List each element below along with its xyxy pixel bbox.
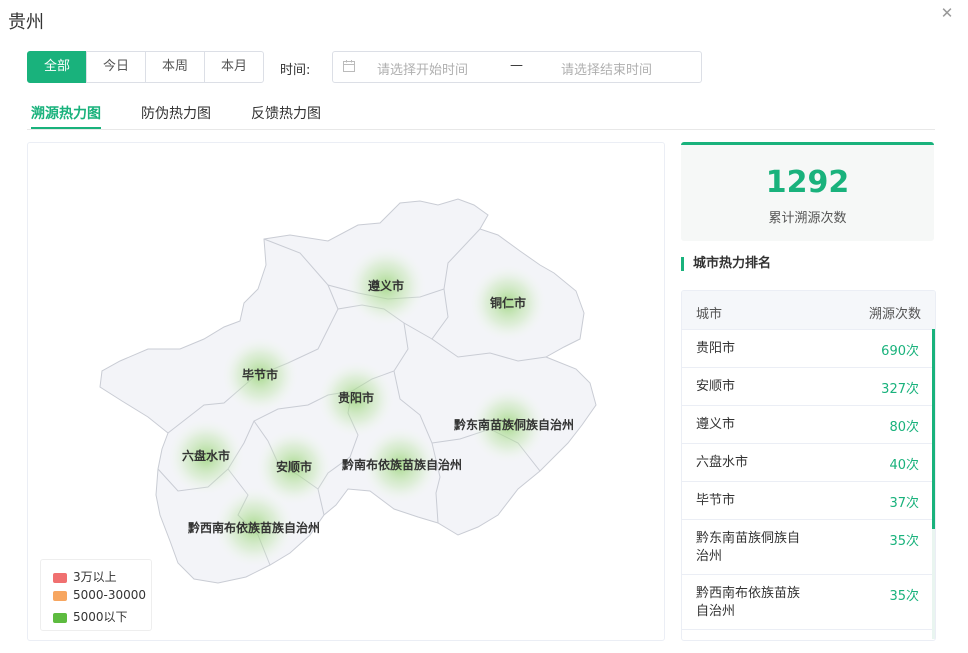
heat-legend: 3万以上 5000-30000 5000以下 <box>40 559 152 631</box>
range-segmented-control: 全部 今日 本周 本月 <box>27 51 264 83</box>
row-city: 毕节市 <box>696 493 736 508</box>
city-label-bijie[interactable]: 毕节市 <box>242 367 278 382</box>
table-row[interactable]: 黔东南苗族侗族自治州 35次 <box>682 520 935 575</box>
range-button-today[interactable]: 今日 <box>86 51 146 83</box>
table-row[interactable]: 遵义市 80次 <box>682 406 935 444</box>
row-count: 690次 <box>881 344 919 359</box>
legend-swatch <box>53 612 67 623</box>
legend-label: 5000以下 <box>73 610 128 624</box>
city-label-qianxinan[interactable]: 黔西南布依族苗族自治州 <box>188 520 320 535</box>
table-row[interactable]: 毕节市 37次 <box>682 482 935 520</box>
legend-item[interactable]: 5000-30000 <box>53 588 146 604</box>
range-button-all[interactable]: 全部 <box>27 51 87 83</box>
table-row[interactable]: 六盘水市 40次 <box>682 444 935 482</box>
column-count: 溯源次数 <box>868 307 921 322</box>
city-label-guiyang[interactable]: 贵阳市 <box>338 390 374 405</box>
row-city: 六盘水市 <box>696 455 749 470</box>
column-city: 城市 <box>696 307 723 322</box>
row-city: 贵阳市 <box>696 341 736 356</box>
row-city: 黔东南苗族侗族自治州 <box>696 531 801 564</box>
legend-item[interactable]: 5000以下 <box>53 608 128 624</box>
legend-label: 5000-30000 <box>73 588 147 602</box>
city-label-anshun[interactable]: 安顺市 <box>276 459 312 474</box>
row-count: 327次 <box>881 382 919 397</box>
calendar-icon <box>343 60 355 72</box>
start-date-input[interactable]: 请选择开始时间 <box>377 59 468 78</box>
end-date-input[interactable]: 请选择结束时间 <box>561 59 652 78</box>
legend-swatch <box>53 572 67 583</box>
city-label-qiandongnan[interactable]: 黔东南苗族侗族自治州 <box>454 417 574 432</box>
close-icon[interactable]: ✕ <box>938 4 956 22</box>
row-city: 黔西南布依族苗族自治州 <box>696 586 801 619</box>
range-separator: — <box>510 58 523 73</box>
table-row[interactable]: 贵阳市 690次 <box>682 330 935 368</box>
row-city: 安顺市 <box>696 379 736 394</box>
row-count: 35次 <box>889 589 919 604</box>
total-trace-label: 累计溯源次数 <box>768 211 847 226</box>
city-label-zunyi[interactable]: 遵义市 <box>368 278 404 293</box>
ranking-header: 城市 溯源次数 <box>682 291 935 330</box>
ranking-title: 城市热力排名 <box>681 257 771 271</box>
heatmap-tabs: 溯源热力图 防伪热力图 反馈热力图 <box>27 103 935 130</box>
total-trace-card: 1292 累计溯源次数 <box>681 142 934 241</box>
range-button-month[interactable]: 本月 <box>204 51 264 83</box>
range-button-week[interactable]: 本周 <box>145 51 205 83</box>
row-count: 35次 <box>889 534 919 549</box>
city-label-liupanshui[interactable]: 六盘水市 <box>182 448 230 463</box>
city-label-tongren[interactable]: 铜仁市 <box>490 295 526 310</box>
date-range-picker[interactable]: 请选择开始时间 — 请选择结束时间 <box>332 51 702 83</box>
row-count: 37次 <box>889 496 919 511</box>
ranking-table: 城市 溯源次数 贵阳市 690次 安顺市 327次 遵义市 80次 六盘水市 4… <box>681 290 936 641</box>
heatmap-panel: 遵义市 铜仁市 毕节市 贵阳市 黔东南苗族侗族自治州 六盘水市 安顺市 黔南布依… <box>27 142 665 641</box>
scrollbar-thumb[interactable] <box>932 329 935 529</box>
window-title: 贵州 <box>8 12 44 33</box>
tab-feedback-heatmap[interactable]: 反馈热力图 <box>251 103 321 127</box>
total-trace-value: 1292 <box>765 165 850 200</box>
legend-label: 3万以上 <box>73 570 117 584</box>
time-label: 时间: <box>280 63 311 78</box>
legend-swatch <box>53 590 67 601</box>
tab-trace-heatmap[interactable]: 溯源热力图 <box>31 103 101 129</box>
city-label-qiannan[interactable]: 黔南布依族苗族自治州 <box>342 457 462 472</box>
row-count: 80次 <box>889 420 919 435</box>
row-city: 遵义市 <box>696 417 736 432</box>
table-row[interactable]: 安顺市 327次 <box>682 368 935 406</box>
table-row[interactable]: 黔西南布依族苗族自治州 35次 <box>682 575 935 630</box>
row-count: 40次 <box>889 458 919 473</box>
tab-anticounterfeit-heatmap[interactable]: 防伪热力图 <box>141 103 211 127</box>
legend-item[interactable]: 3万以上 <box>53 568 117 584</box>
